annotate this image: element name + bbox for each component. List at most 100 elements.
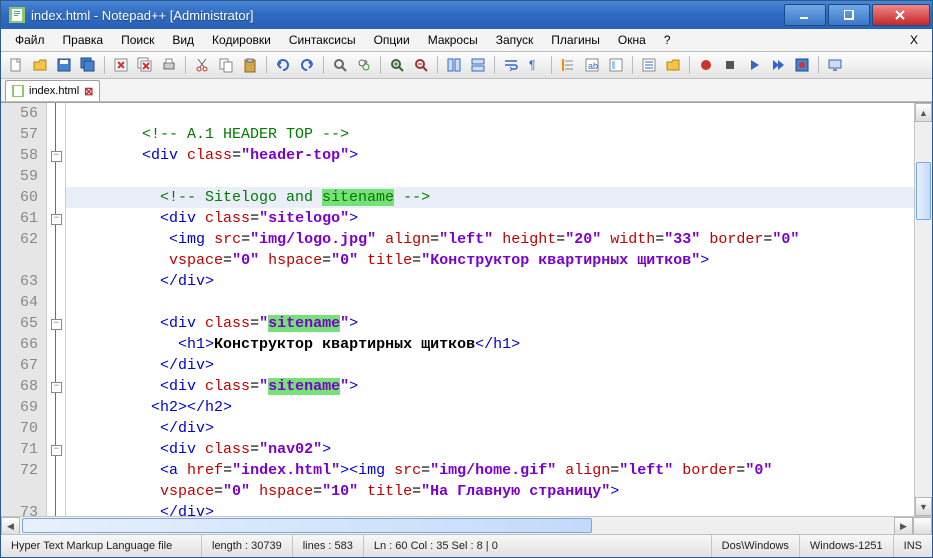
code-line[interactable] bbox=[66, 103, 914, 124]
menu-Запуск[interactable]: Запуск bbox=[488, 31, 542, 49]
minimize-button[interactable] bbox=[784, 4, 826, 26]
code-line[interactable]: </div> bbox=[66, 418, 914, 439]
horizontal-scrollbar[interactable]: ◀ ▶ bbox=[1, 516, 932, 534]
sync-h-button[interactable] bbox=[467, 54, 489, 76]
folder-button[interactable] bbox=[662, 54, 684, 76]
menu-Кодировки[interactable]: Кодировки bbox=[204, 31, 279, 49]
fold-toggle[interactable]: − bbox=[51, 445, 62, 456]
code-line[interactable]: <div class="sitename"> bbox=[66, 313, 914, 334]
status-bar: Hyper Text Markup Language file length :… bbox=[1, 534, 932, 557]
toolbar-separator bbox=[266, 56, 267, 74]
toolbar-separator bbox=[818, 56, 819, 74]
toolbar-separator bbox=[185, 56, 186, 74]
redo-button[interactable] bbox=[296, 54, 318, 76]
open-file-button[interactable] bbox=[29, 54, 51, 76]
doc-map-button[interactable] bbox=[605, 54, 627, 76]
code-line[interactable]: <div class="sitelogo"> bbox=[66, 208, 914, 229]
menu-Вид[interactable]: Вид bbox=[164, 31, 202, 49]
save-button[interactable] bbox=[53, 54, 75, 76]
code-line[interactable]: <h2></h2> bbox=[66, 397, 914, 418]
close-all-button[interactable] bbox=[134, 54, 156, 76]
zoom-out-button[interactable] bbox=[410, 54, 432, 76]
menu-Поиск[interactable]: Поиск bbox=[113, 31, 162, 49]
scroll-track[interactable] bbox=[915, 122, 932, 497]
code-line[interactable]: <img src="img/logo.jpg" align="left" hei… bbox=[66, 229, 914, 250]
code-line[interactable] bbox=[66, 166, 914, 187]
code-line[interactable]: <div class="header-top"> bbox=[66, 145, 914, 166]
close-button[interactable] bbox=[110, 54, 132, 76]
play-button[interactable] bbox=[743, 54, 765, 76]
menu-Опции[interactable]: Опции bbox=[366, 31, 418, 49]
menu-Окна[interactable]: Окна bbox=[610, 31, 654, 49]
all-chars-button[interactable]: ¶ bbox=[524, 54, 546, 76]
menu-Файл[interactable]: Файл bbox=[7, 31, 53, 49]
status-lines: lines : 583 bbox=[293, 535, 364, 557]
tab-bar: index.html ⊠ bbox=[1, 79, 932, 102]
monitor-button[interactable] bbox=[824, 54, 846, 76]
word-wrap-button[interactable] bbox=[500, 54, 522, 76]
fold-toggle[interactable]: − bbox=[51, 151, 62, 162]
scroll-down-button[interactable]: ▼ bbox=[915, 497, 932, 516]
find-button[interactable] bbox=[329, 54, 351, 76]
play-multi-button[interactable] bbox=[767, 54, 789, 76]
close-button[interactable] bbox=[872, 4, 930, 26]
maximize-button[interactable] bbox=[828, 4, 870, 26]
fold-toggle[interactable]: − bbox=[51, 214, 62, 225]
fold-toggle[interactable]: − bbox=[51, 319, 62, 330]
status-eol: Dos\Windows bbox=[712, 535, 800, 557]
code-line[interactable]: <!-- Sitelogo and sitename --> bbox=[66, 187, 914, 208]
scroll-up-button[interactable]: ▲ bbox=[915, 103, 932, 122]
undo-button[interactable] bbox=[272, 54, 294, 76]
menu-Макросы[interactable]: Макросы bbox=[420, 31, 486, 49]
menu-Плагины[interactable]: Плагины bbox=[543, 31, 608, 49]
code-line[interactable] bbox=[66, 292, 914, 313]
print-button[interactable] bbox=[158, 54, 180, 76]
menu-Правка[interactable]: Правка bbox=[55, 31, 112, 49]
line-number-gutter[interactable]: 56575859606162636465666768697071727374 bbox=[1, 103, 47, 516]
scroll-thumb[interactable] bbox=[916, 162, 931, 220]
code-line[interactable]: <h1>Конструктор квартирных щитков</h1> bbox=[66, 334, 914, 355]
toolbar: ¶ ab bbox=[1, 52, 932, 79]
toolbar-separator bbox=[323, 56, 324, 74]
file-tab[interactable]: index.html ⊠ bbox=[5, 80, 100, 101]
code-line[interactable]: <!-- A.1 HEADER TOP --> bbox=[66, 124, 914, 145]
hscroll-thumb[interactable] bbox=[22, 518, 592, 533]
hscroll-track[interactable] bbox=[20, 517, 894, 534]
menu-x-button[interactable]: X bbox=[902, 31, 926, 49]
menu-Синтаксисы[interactable]: Синтаксисы bbox=[281, 31, 364, 49]
save-all-button[interactable] bbox=[77, 54, 99, 76]
code-line[interactable]: vspace="0" hspace="0" title="Конструктор… bbox=[66, 250, 914, 271]
code-line[interactable]: </div> bbox=[66, 502, 914, 516]
code-area[interactable]: <!-- A.1 HEADER TOP --> <div class="head… bbox=[66, 103, 914, 516]
fold-margin[interactable]: − − − − − bbox=[47, 103, 66, 516]
replace-button[interactable] bbox=[353, 54, 375, 76]
lang-button[interactable]: ab bbox=[581, 54, 603, 76]
code-line[interactable]: vspace="0" hspace="10" title="На Главную… bbox=[66, 481, 914, 502]
zoom-in-button[interactable] bbox=[386, 54, 408, 76]
indent-guide-button[interactable] bbox=[557, 54, 579, 76]
tab-close-icon[interactable]: ⊠ bbox=[84, 85, 93, 98]
function-list-button[interactable] bbox=[638, 54, 660, 76]
paste-button[interactable] bbox=[239, 54, 261, 76]
vertical-scrollbar[interactable]: ▲ ▼ bbox=[914, 103, 932, 516]
sync-v-button[interactable] bbox=[443, 54, 465, 76]
toolbar-separator bbox=[437, 56, 438, 74]
toolbar-separator bbox=[551, 56, 552, 74]
record-button[interactable] bbox=[695, 54, 717, 76]
status-mode: INS bbox=[894, 535, 932, 557]
code-line[interactable]: <div class="sitename"> bbox=[66, 376, 914, 397]
save-macro-button[interactable] bbox=[791, 54, 813, 76]
code-line[interactable]: <a href="index.html"><img src="img/home.… bbox=[66, 460, 914, 481]
cut-button[interactable] bbox=[191, 54, 213, 76]
stop-button[interactable] bbox=[719, 54, 741, 76]
toolbar-separator bbox=[380, 56, 381, 74]
copy-button[interactable] bbox=[215, 54, 237, 76]
menu-?[interactable]: ? bbox=[656, 31, 679, 49]
window-title: index.html - Notepad++ [Administrator] bbox=[31, 8, 782, 23]
code-line[interactable]: </div> bbox=[66, 355, 914, 376]
code-line[interactable]: <div class="nav02"> bbox=[66, 439, 914, 460]
title-bar[interactable]: index.html - Notepad++ [Administrator] bbox=[1, 1, 932, 29]
code-line[interactable]: </div> bbox=[66, 271, 914, 292]
fold-toggle[interactable]: − bbox=[51, 382, 62, 393]
new-file-button[interactable] bbox=[5, 54, 27, 76]
